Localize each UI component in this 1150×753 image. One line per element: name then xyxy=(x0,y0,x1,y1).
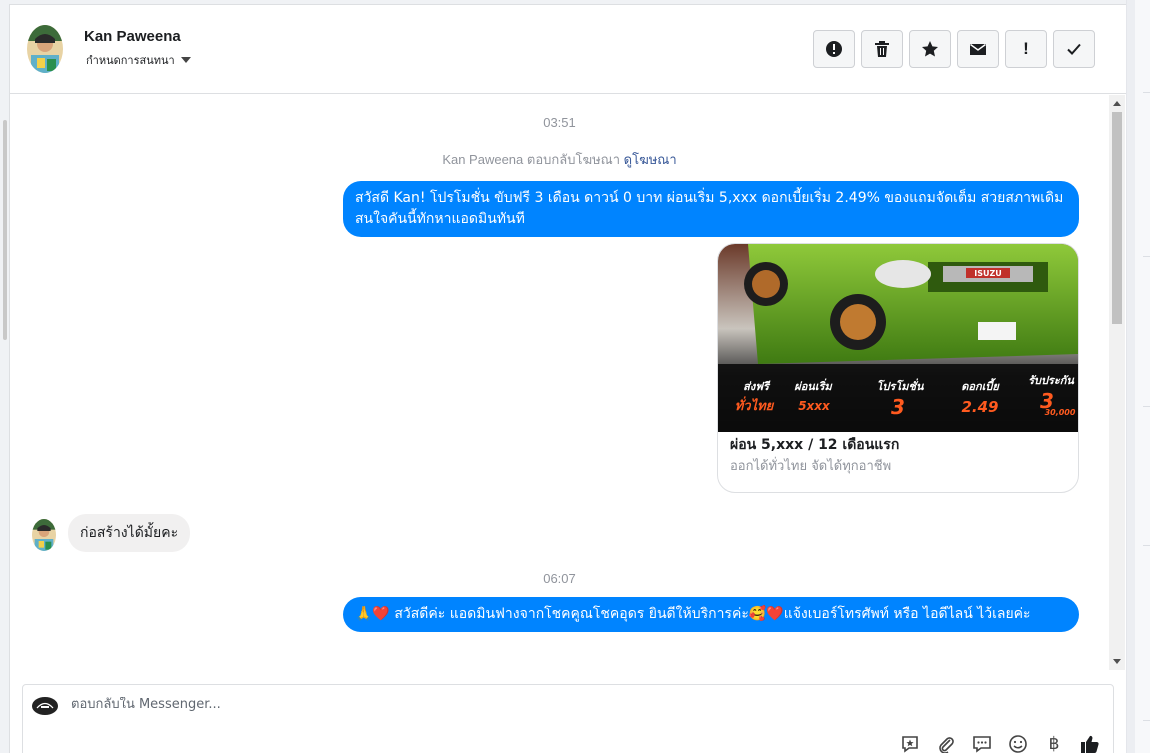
banner-installment-top: ผ่อนเริ่ม xyxy=(794,378,833,393)
saved-reply-button[interactable] xyxy=(899,733,921,753)
outgoing-message[interactable]: 🙏❤️ สวัสดีค่ะ แอดมินฟางจากโชคคูณโชคอุดร … xyxy=(343,597,1079,632)
conversation-settings-dropdown[interactable]: กำหนดการสนทนา xyxy=(86,51,191,69)
divider xyxy=(1143,92,1150,93)
banner-warranty-top: รับประกัน xyxy=(1028,374,1074,387)
emoji-button[interactable] xyxy=(1007,733,1029,753)
envelope-icon xyxy=(970,43,986,55)
banner-promo-value: 3 xyxy=(891,395,905,419)
check-icon xyxy=(1067,43,1081,55)
paperclip-icon xyxy=(939,737,954,753)
ad-card-subtitle: ออกได้ทั่วไทย จัดได้ทุกอาชีพ xyxy=(730,459,892,474)
page-logo-icon xyxy=(32,697,58,715)
ad-reply-text: Kan Paweena ตอบกลับโฆษณา xyxy=(442,152,621,167)
divider xyxy=(1143,720,1150,721)
brand-badge: ISUZU xyxy=(974,269,1002,278)
ad-image: ISUZU ส่งฟรี ทั่วไทย ผ่อนเริ่ม 5xxx โปรโ… xyxy=(718,244,1078,432)
scroll-down-arrow-icon[interactable] xyxy=(1113,659,1121,664)
banner-installment-value: 5xxx xyxy=(798,399,831,413)
timestamp: 03:51 xyxy=(543,115,576,130)
banner-interest-value: 2.49 xyxy=(961,398,998,416)
ad-card[interactable]: ISUZU ส่งฟรี ทั่วไทย ผ่อนเริ่ม 5xxx โปรโ… xyxy=(717,243,1079,493)
view-ad-link[interactable]: ดูโฆษณา xyxy=(624,152,677,167)
contact-avatar-small[interactable] xyxy=(32,519,56,551)
thread-scrollbar[interactable] xyxy=(1109,95,1125,670)
left-scrollbar[interactable] xyxy=(3,120,7,340)
header-actions: ! xyxy=(813,30,1095,68)
divider xyxy=(1143,256,1150,257)
contact-avatar[interactable] xyxy=(27,25,63,73)
smiley-icon xyxy=(1009,735,1027,753)
ad-reply-note: Kan Paweena ตอบกลับโฆษณา ดูโฆษณา xyxy=(10,149,1109,170)
right-scrollbar[interactable] xyxy=(1127,0,1135,753)
banner-free-ship-top: ส่งฟรี xyxy=(743,380,771,393)
payment-button[interactable]: ฿ xyxy=(1043,733,1065,753)
spam-button[interactable] xyxy=(813,30,855,68)
left-edge xyxy=(0,0,9,753)
star-icon xyxy=(922,41,938,57)
contact-name[interactable]: Kan Paweena xyxy=(84,28,181,45)
divider xyxy=(1143,406,1150,407)
saved-reply-icon xyxy=(902,736,918,753)
like-button[interactable] xyxy=(1079,733,1101,753)
conversation-panel: Kan Paweena กำหนดการสนทนา ! 03:51 Kan Pa… xyxy=(9,4,1127,753)
incoming-message[interactable]: ก่อสร้างได้มั้ยคะ xyxy=(68,514,191,552)
banner-interest-top: ดอกเบี้ย xyxy=(961,378,1000,393)
scroll-up-arrow-icon[interactable] xyxy=(1113,101,1121,106)
attach-button[interactable] xyxy=(935,733,957,753)
message-composer: ฿ xyxy=(22,684,1114,753)
ad-card-title: ผ่อน 5,xxx / 12 เดือนแรก xyxy=(730,437,900,453)
thumbs-up-icon xyxy=(1081,735,1099,753)
chat-bubbles-icon xyxy=(973,736,991,753)
trash-icon xyxy=(875,41,889,57)
alert-circle-icon xyxy=(826,41,842,57)
baht-icon: ฿ xyxy=(1048,734,1060,753)
banner-warranty-amount: 30,000 xyxy=(1045,408,1076,417)
mark-done-button[interactable] xyxy=(1053,30,1095,68)
conversation-header: Kan Paweena กำหนดการสนทนา ! xyxy=(10,5,1127,94)
star-button[interactable] xyxy=(909,30,951,68)
right-sidebar-edge xyxy=(1126,0,1150,753)
timestamp: 06:07 xyxy=(543,571,576,586)
conversation-settings-label: กำหนดการสนทนา xyxy=(86,54,175,67)
reply-input[interactable] xyxy=(71,697,871,712)
quick-reply-button[interactable] xyxy=(971,733,993,753)
composer-tools: ฿ xyxy=(899,733,1101,753)
message-thread[interactable]: 03:51 Kan Paweena ตอบกลับโฆษณา ดูโฆษณา ส… xyxy=(10,95,1127,670)
delete-button[interactable] xyxy=(861,30,903,68)
exclamation-icon: ! xyxy=(1023,39,1029,58)
banner-promo-top: โปรโมชั่น xyxy=(877,378,924,393)
outgoing-message[interactable]: สวัสดี Kan! โปรโมชั่น ขับฟรี 3 เดือน ดาว… xyxy=(343,181,1079,237)
caret-down-icon xyxy=(180,57,191,63)
follow-up-button[interactable]: ! xyxy=(1005,30,1047,68)
mark-unread-button[interactable] xyxy=(957,30,999,68)
banner-free-ship-bottom: ทั่วไทย xyxy=(735,396,775,414)
scroll-thumb[interactable] xyxy=(1112,112,1122,324)
divider xyxy=(1143,545,1150,546)
